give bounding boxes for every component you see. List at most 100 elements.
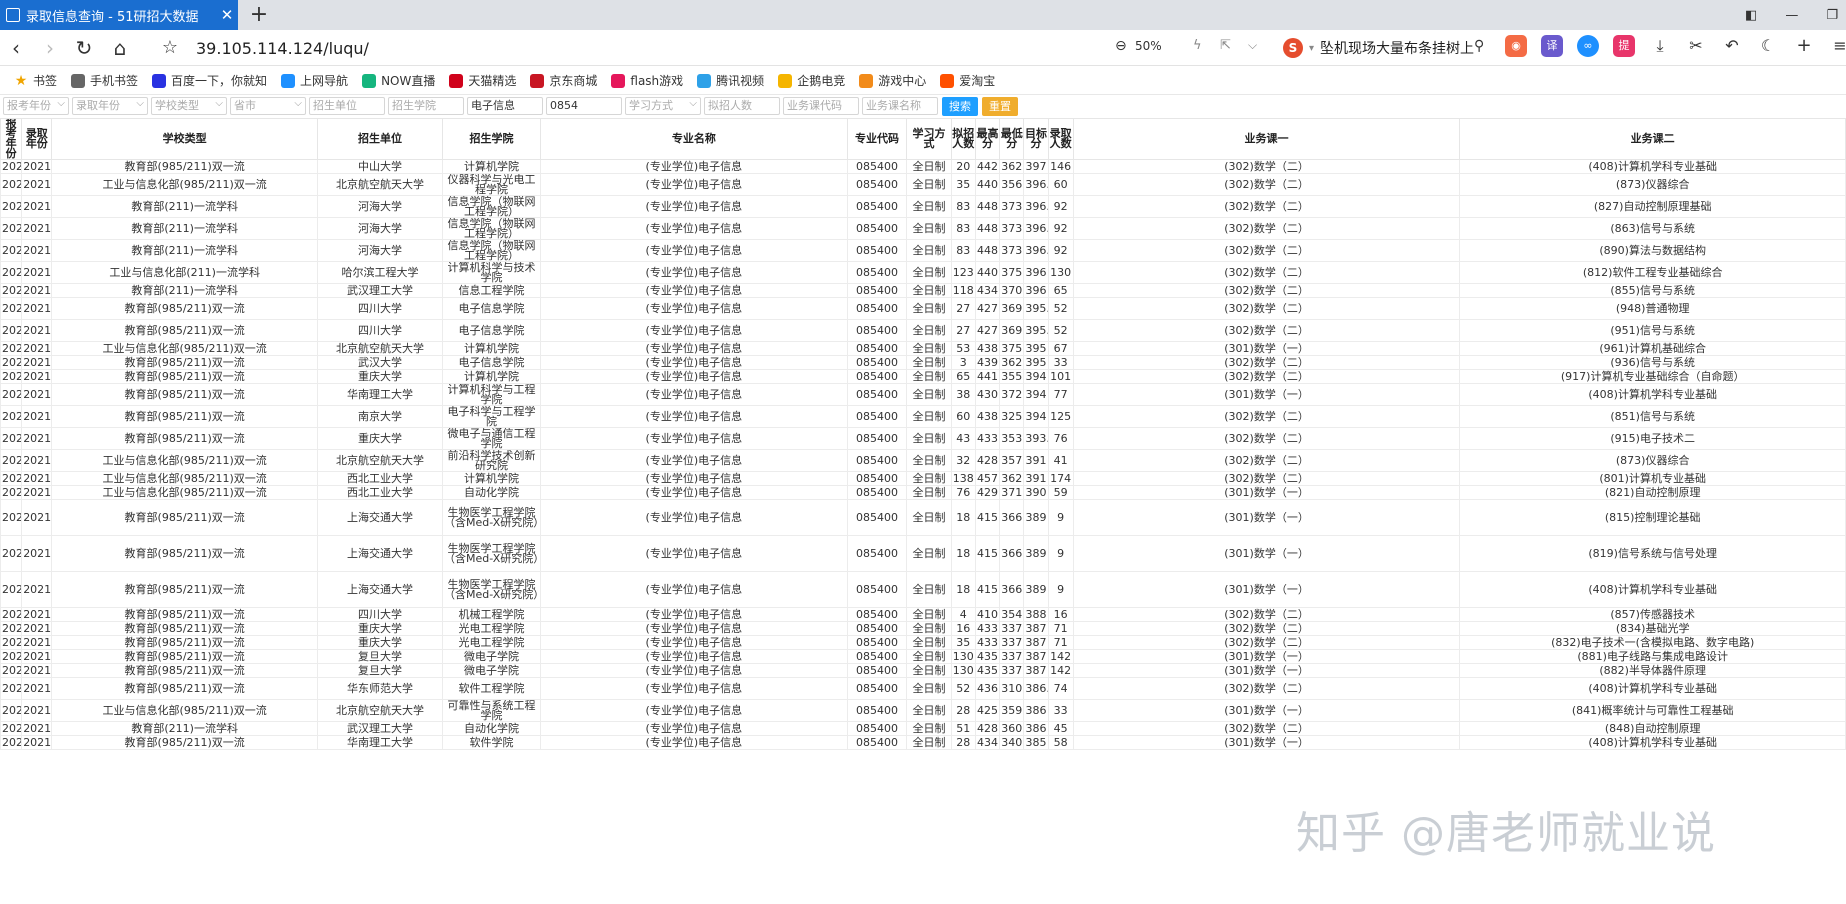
download-icon[interactable]: ⤓ bbox=[1649, 35, 1671, 57]
table-row[interactable]: 20222021教育部(211)一流学科武汉理工大学自动化学院(专业学位)电子信… bbox=[0, 721, 1846, 736]
zoom-level[interactable]: 50% bbox=[1135, 39, 1162, 53]
zoom-icon[interactable]: ⊖ bbox=[1115, 38, 1127, 54]
translate-icon[interactable]: 译 bbox=[1541, 35, 1563, 57]
filter-field[interactable]: 0854 bbox=[546, 97, 622, 115]
tab-close-icon[interactable]: ✕ bbox=[216, 6, 238, 24]
filter-field[interactable]: 电子信息 bbox=[467, 97, 543, 115]
table-row[interactable]: 20222021教育部(211)一流学科河海大学信息学院（物联网工程学院）(专业… bbox=[0, 195, 1846, 218]
minimize-icon[interactable]: — bbox=[1785, 8, 1798, 23]
table-row[interactable]: 20222021工业与信息化部(211)一流学科哈尔滨工程大学计算机科学与技术学… bbox=[0, 261, 1846, 284]
address-bar[interactable]: 39.105.114.124/luqu/ bbox=[196, 39, 369, 58]
filter-field[interactable]: 业务课代码 bbox=[783, 97, 859, 115]
column-header[interactable]: 录取年份 bbox=[21, 118, 53, 160]
filter-field[interactable]: 学校类型 bbox=[151, 97, 227, 115]
table-row[interactable]: 20222021教育部(211)一流学科河海大学信息学院（物联网工程学院）(专业… bbox=[0, 239, 1846, 262]
table-row[interactable]: 20222021教育部(985/211)双一流重庆大学计算机学院(专业学位)电子… bbox=[0, 369, 1846, 384]
table-row[interactable]: 20222021工业与信息化部(985/211)双一流北京航空航天大学计算机学院… bbox=[0, 341, 1846, 356]
filter-field[interactable]: 拟招人数 bbox=[704, 97, 780, 115]
filter-field[interactable]: 录取年份 bbox=[72, 97, 148, 115]
bookmark-item[interactable]: 百度一下，你就知 bbox=[152, 72, 267, 89]
table-row[interactable]: 20222021工业与信息化部(985/211)双一流北京航空航天大学可靠性与系… bbox=[0, 699, 1846, 722]
table-row[interactable]: 20222021教育部(211)一流学科河海大学信息学院（物联网工程学院）(专业… bbox=[0, 217, 1846, 240]
filter-field[interactable]: 省市 bbox=[230, 97, 306, 115]
reset-button[interactable]: 重置 bbox=[982, 96, 1018, 116]
column-header[interactable]: 业务课二 bbox=[1459, 118, 1846, 160]
restore-icon[interactable]: ❐ bbox=[1826, 8, 1838, 23]
search-icon[interactable]: ⚲ bbox=[1474, 38, 1484, 54]
column-header[interactable]: 招生单位 bbox=[316, 118, 444, 160]
back-icon[interactable]: ‹ bbox=[2, 34, 30, 62]
table-row[interactable]: 20222021教育部(985/211)双一流华南理工大学计算机科学与工程学院(… bbox=[0, 383, 1846, 406]
table-row[interactable]: 20222021教育部(985/211)双一流上海交通大学生物医学工程学院（含M… bbox=[0, 571, 1846, 608]
table-row[interactable]: 20222021教育部(985/211)双一流复旦大学微电子学院(专业学位)电子… bbox=[0, 649, 1846, 664]
night-mode-icon[interactable]: ☾ bbox=[1757, 35, 1779, 57]
column-header[interactable]: 学习方式 bbox=[906, 118, 952, 160]
filter-field[interactable]: 招生学院 bbox=[388, 97, 464, 115]
table-row[interactable]: 20222021教育部(985/211)双一流四川大学机械工程学院(专业学位)电… bbox=[0, 607, 1846, 622]
active-tab[interactable]: 录取信息查询 - 51研招大数据 ✕ bbox=[0, 0, 238, 30]
table-row[interactable]: 20222021教育部(985/211)双一流华东师范大学软件工程学院(专业学位… bbox=[0, 677, 1846, 700]
column-header[interactable]: 业务课一 bbox=[1072, 118, 1461, 160]
table-row[interactable]: 20222021教育部(985/211)双一流四川大学电子信息学院(专业学位)电… bbox=[0, 319, 1846, 342]
table-row[interactable]: 20222021教育部(985/211)双一流上海交通大学生物医学工程学院（含M… bbox=[0, 535, 1846, 572]
column-header[interactable]: 专业代码 bbox=[846, 118, 908, 160]
table-row[interactable]: 20222021教育部(211)一流学科武汉理工大学信息工程学院(专业学位)电子… bbox=[0, 283, 1846, 298]
filter-field[interactable]: 学习方式 bbox=[625, 97, 701, 115]
reload-icon[interactable]: ↻ bbox=[70, 34, 98, 62]
bookmark-item[interactable]: flash游戏 bbox=[611, 72, 683, 89]
bookmark-item[interactable]: 游戏中心 bbox=[859, 72, 926, 89]
table-row[interactable]: 20222021教育部(985/211)双一流重庆大学微电子与通信工程学院(专业… bbox=[0, 427, 1846, 450]
menu-icon[interactable]: ≡ bbox=[1829, 35, 1846, 57]
table-row[interactable]: 20222021教育部(985/211)双一流上海交通大学生物医学工程学院（含M… bbox=[0, 499, 1846, 536]
reminder-icon[interactable]: 提 bbox=[1613, 35, 1635, 57]
column-header[interactable]: 拟招人数 bbox=[950, 118, 976, 160]
bookmark-item[interactable]: ★ 书签 bbox=[14, 72, 57, 89]
table-row[interactable]: 20222021工业与信息化部(985/211)双一流西北工业大学自动化学院(专… bbox=[0, 485, 1846, 500]
column-header[interactable]: 学校类型 bbox=[51, 118, 318, 160]
lightning-icon[interactable]: ϟ bbox=[1193, 38, 1202, 53]
filter-field[interactable]: 业务课名称 bbox=[862, 97, 938, 115]
bookmark-item[interactable]: 手机书签 bbox=[71, 72, 138, 89]
table-row[interactable]: 20222021教育部(985/211)双一流重庆大学光电工程学院(专业学位)电… bbox=[0, 621, 1846, 636]
table-row[interactable]: 20222021教育部(985/211)双一流复旦大学微电子学院(专业学位)电子… bbox=[0, 663, 1846, 678]
column-header[interactable]: 最高分 bbox=[974, 118, 1001, 160]
table-row[interactable]: 20222021工业与信息化部(985/211)双一流西北工业大学计算机学院(专… bbox=[0, 471, 1846, 486]
dropdown-icon[interactable]: ▾ bbox=[1309, 43, 1314, 54]
infinity-icon[interactable]: ∞ bbox=[1577, 35, 1599, 57]
table-row[interactable]: 20222021教育部(985/211)双一流南京大学电子科学与工程学院(专业学… bbox=[0, 405, 1846, 428]
table-row[interactable]: 20222021教育部(985/211)双一流重庆大学光电工程学院(专业学位)电… bbox=[0, 635, 1846, 650]
filter-field[interactable]: 招生单位 bbox=[309, 97, 385, 115]
column-header[interactable]: 报考年份 bbox=[0, 118, 23, 160]
news-ticker[interactable]: S ▾ 坠机现场大量布条挂树上 bbox=[1283, 35, 1474, 61]
bookmark-item[interactable]: 腾讯视频 bbox=[697, 72, 764, 89]
plus-icon[interactable]: + bbox=[1793, 35, 1815, 57]
forward-icon[interactable]: › bbox=[36, 34, 64, 62]
column-header[interactable]: 最低分 bbox=[999, 118, 1025, 160]
chevron-down-icon[interactable]: ⌵ bbox=[1248, 38, 1257, 53]
scissors-icon[interactable]: ✂ bbox=[1685, 35, 1707, 57]
table-row[interactable]: 20222021工业与信息化部(985/211)双一流北京航空航天大学前沿科学技… bbox=[0, 449, 1846, 472]
search-button[interactable]: 搜索 bbox=[942, 96, 978, 116]
bookmark-item[interactable]: 企鹅电竞 bbox=[778, 72, 845, 89]
news-headline[interactable]: 坠机现场大量布条挂树上 bbox=[1320, 38, 1474, 58]
bookmark-item[interactable]: 天猫精选 bbox=[449, 72, 516, 89]
bookmark-star-icon[interactable]: ☆ bbox=[156, 34, 184, 62]
table-row[interactable]: 20222021教育部(985/211)双一流四川大学电子信息学院(专业学位)电… bbox=[0, 297, 1846, 320]
column-header[interactable]: 录取人数 bbox=[1047, 118, 1074, 160]
skin-icon[interactable]: ◧ bbox=[1745, 8, 1757, 23]
new-tab-button[interactable]: + bbox=[246, 2, 272, 28]
column-header[interactable]: 目标分 bbox=[1023, 118, 1049, 160]
home-icon[interactable]: ⌂ bbox=[106, 34, 134, 62]
bookmark-item[interactable]: 爱淘宝 bbox=[940, 72, 995, 89]
bookmark-item[interactable]: 京东商城 bbox=[530, 72, 597, 89]
bookmark-item[interactable]: NOW直播 bbox=[362, 72, 435, 89]
bookmark-item[interactable]: 上网导航 bbox=[281, 72, 348, 89]
table-row[interactable]: 20222021教育部(985/211)双一流武汉大学电子信息学院(专业学位)电… bbox=[0, 355, 1846, 370]
column-header[interactable]: 招生学院 bbox=[442, 118, 541, 160]
undo-icon[interactable]: ↶ bbox=[1721, 35, 1743, 57]
share-icon[interactable]: ⇱ bbox=[1220, 38, 1231, 53]
game-controller-icon[interactable]: ◉ bbox=[1505, 35, 1527, 57]
table-row[interactable]: 20222021工业与信息化部(985/211)双一流北京航空航天大学仪器科学与… bbox=[0, 173, 1846, 196]
filter-field[interactable]: 报考年份 bbox=[3, 97, 69, 115]
table-row[interactable]: 20222021教育部(985/211)双一流华南理工大学软件学院(专业学位)电… bbox=[0, 735, 1846, 750]
